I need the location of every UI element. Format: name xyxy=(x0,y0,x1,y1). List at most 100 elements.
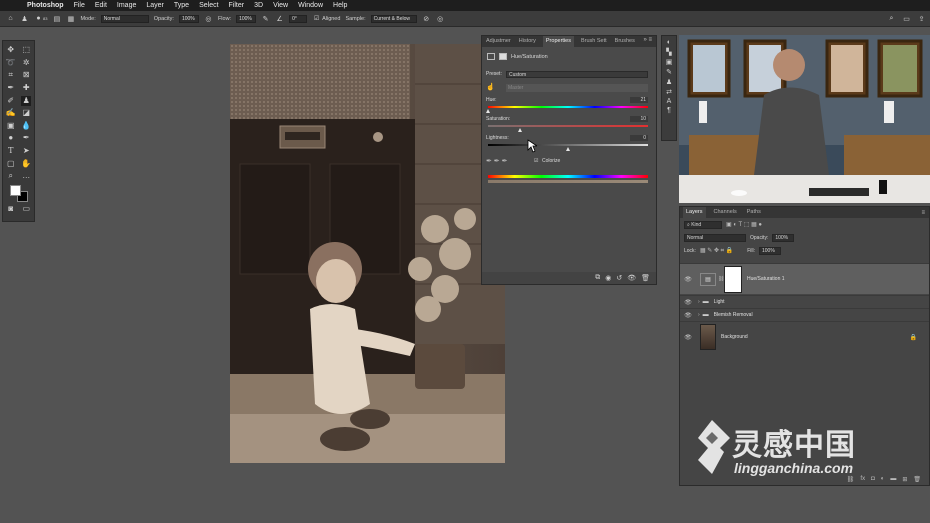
shape-tool-icon[interactable]: ▢ xyxy=(6,159,16,169)
menu-window[interactable]: Window xyxy=(298,0,323,11)
move-tool-icon[interactable]: ✥ xyxy=(6,45,16,55)
home-icon[interactable]: ⌂ xyxy=(6,14,15,23)
workspace-icon[interactable]: ▭ xyxy=(902,14,911,23)
pressure-size-icon[interactable]: ◎ xyxy=(436,14,445,23)
view-previous-icon[interactable]: ◉ xyxy=(605,274,611,282)
menu-select[interactable]: Select xyxy=(199,0,218,11)
tab-properties[interactable]: Properties xyxy=(542,36,574,47)
group-expand-icon[interactable]: › xyxy=(698,299,700,305)
type-tool-icon[interactable]: T xyxy=(6,146,16,156)
tab-channels[interactable]: Channels xyxy=(712,207,739,218)
layer-row-light[interactable]: 👁 › ▬ Light xyxy=(680,295,929,308)
tab-brush-settings[interactable]: Brush Sett xyxy=(580,36,608,47)
clip-to-layer-icon[interactable]: ⧉ xyxy=(595,274,600,282)
filter-icons[interactable]: ▣ ◐ T ⬚ ▦ ● xyxy=(726,221,762,228)
menu-filter[interactable]: Filter xyxy=(229,0,245,11)
layer-mask-thumbnail[interactable] xyxy=(724,265,742,293)
magic-wand-tool-icon[interactable]: ✲ xyxy=(21,58,31,68)
marquee-tool-icon[interactable]: ⬚ xyxy=(21,45,31,55)
mode-select[interactable]: Normal xyxy=(100,14,149,23)
adjustments-panel-icon[interactable]: ▣ xyxy=(666,58,673,66)
menu-view[interactable]: View xyxy=(273,0,288,11)
gradient-tool-icon[interactable]: ▣ xyxy=(6,121,16,131)
sample-select[interactable]: Current & Below xyxy=(370,14,417,23)
zoom-tool-icon[interactable]: ⌕ xyxy=(6,171,16,181)
tab-layers[interactable]: Layers xyxy=(683,207,706,218)
aligned-checkbox-icon[interactable]: ☑ xyxy=(312,14,321,23)
eyedropper-icons[interactable]: ✒ ✒ ✒ xyxy=(486,157,508,165)
layer-row-hue-saturation[interactable]: 👁 ▤ ⛓ Hue/Saturation 1 xyxy=(680,263,929,294)
quick-mask-icon[interactable]: ◙ xyxy=(6,204,16,214)
colorize-checkbox[interactable]: ☑ xyxy=(534,158,538,164)
foreground-color-swatch[interactable] xyxy=(10,184,21,196)
lightness-value[interactable]: 0 xyxy=(630,135,648,141)
search-icon[interactable]: ⌕ xyxy=(887,14,896,23)
hand-tool-icon[interactable]: ✋ xyxy=(21,159,31,169)
lock-icons[interactable]: ▦ ✎ ✥ ⌗ 🔒 xyxy=(700,247,733,255)
brush-panel-icon[interactable]: ✎ xyxy=(666,68,672,76)
fill-field[interactable]: 100% xyxy=(758,246,781,255)
tab-adjustments[interactable]: Adjustmer xyxy=(485,36,512,47)
eyedropper-tool-icon[interactable]: ✒ xyxy=(6,83,16,93)
ignore-adjustment-icon[interactable]: ⊘ xyxy=(422,14,431,23)
tab-history[interactable]: History xyxy=(518,36,537,47)
clone-source-panel-icon[interactable]: ♟ xyxy=(666,78,672,86)
angle-field[interactable]: 0° xyxy=(289,14,308,23)
brush-preset-icon[interactable]: ● xyxy=(34,14,43,23)
paths-panel-icon[interactable]: ⇄ xyxy=(666,88,672,96)
clone-source-icon[interactable]: ▦ xyxy=(66,14,75,23)
brush-tool-icon[interactable]: ✐ xyxy=(6,96,16,106)
airbrush-icon[interactable]: ✎ xyxy=(261,14,270,23)
visibility-eye-icon[interactable]: 👁 xyxy=(682,334,694,341)
saturation-value[interactable]: 10 xyxy=(630,116,648,122)
layer-opacity-field[interactable]: 100% xyxy=(772,233,795,242)
character-panel-icon[interactable]: A xyxy=(667,98,672,105)
crop-tool-icon[interactable]: ⌗ xyxy=(6,70,16,80)
visibility-eye-icon[interactable]: 👁 xyxy=(682,312,694,319)
layer-row-background[interactable]: 👁 Background 🔒 xyxy=(680,321,929,352)
swatches-panel-icon[interactable]: ▚ xyxy=(666,48,671,56)
paragraph-panel-icon[interactable]: ¶ xyxy=(667,107,671,114)
lightness-slider-thumb[interactable] xyxy=(565,147,570,151)
pressure-opacity-icon[interactable]: ◎ xyxy=(204,14,213,23)
flow-field[interactable]: 100% xyxy=(236,14,257,23)
lightness-slider-track[interactable] xyxy=(488,144,648,146)
clone-stamp-tool-icon-active[interactable]: ♟ xyxy=(21,95,32,106)
menu-app[interactable]: Photoshop xyxy=(27,0,64,11)
brush-settings-icon[interactable]: ▤ xyxy=(52,14,61,23)
apple-icon[interactable] xyxy=(10,2,17,10)
layers-menu-icon[interactable]: ≡ xyxy=(921,210,925,216)
blur-tool-icon[interactable]: 💧 xyxy=(21,121,31,131)
targeted-adjustment-icon[interactable]: ☝ xyxy=(486,83,495,91)
saturation-slider-track[interactable] xyxy=(488,125,648,127)
menu-type[interactable]: Type xyxy=(174,0,189,11)
hue-value[interactable]: 21 xyxy=(630,97,648,103)
menu-3d[interactable]: 3D xyxy=(254,0,263,11)
menu-image[interactable]: Image xyxy=(117,0,136,11)
dodge-tool-icon[interactable]: ● xyxy=(6,133,16,143)
history-brush-tool-icon[interactable]: ✍ xyxy=(6,108,16,118)
blend-mode-select[interactable]: Normal xyxy=(684,233,746,242)
menu-layer[interactable]: Layer xyxy=(146,0,164,11)
group-expand-icon[interactable]: › xyxy=(698,312,700,318)
visibility-eye-icon[interactable]: 👁 xyxy=(682,299,694,306)
healing-brush-tool-icon[interactable]: ✚ xyxy=(21,83,31,93)
more-tools-icon[interactable]: … xyxy=(21,171,31,181)
tab-brushes[interactable]: Brushes xyxy=(614,36,636,47)
pen-tool-icon[interactable]: ✒ xyxy=(21,133,31,143)
hue-slider-thumb[interactable] xyxy=(485,109,490,113)
visibility-icon[interactable]: 👁 xyxy=(627,274,636,282)
saturation-slider-thumb[interactable] xyxy=(517,128,522,132)
share-icon[interactable]: ⇪ xyxy=(917,14,926,23)
lasso-tool-icon[interactable]: ➰ xyxy=(6,58,16,68)
path-selection-tool-icon[interactable]: ➤ xyxy=(21,146,31,156)
color-swatches[interactable] xyxy=(3,183,34,203)
tab-paths[interactable]: Paths xyxy=(745,207,763,218)
clone-stamp-tool-icon[interactable]: ♟ xyxy=(20,14,29,23)
delete-icon[interactable]: 🗑 xyxy=(641,274,650,282)
reset-icon[interactable]: ↺ xyxy=(616,274,622,282)
opacity-field[interactable]: 100% xyxy=(178,14,199,23)
preset-select[interactable]: Custom xyxy=(506,71,648,78)
canvas-photo[interactable] xyxy=(230,44,505,463)
menu-file[interactable]: File xyxy=(74,0,85,11)
